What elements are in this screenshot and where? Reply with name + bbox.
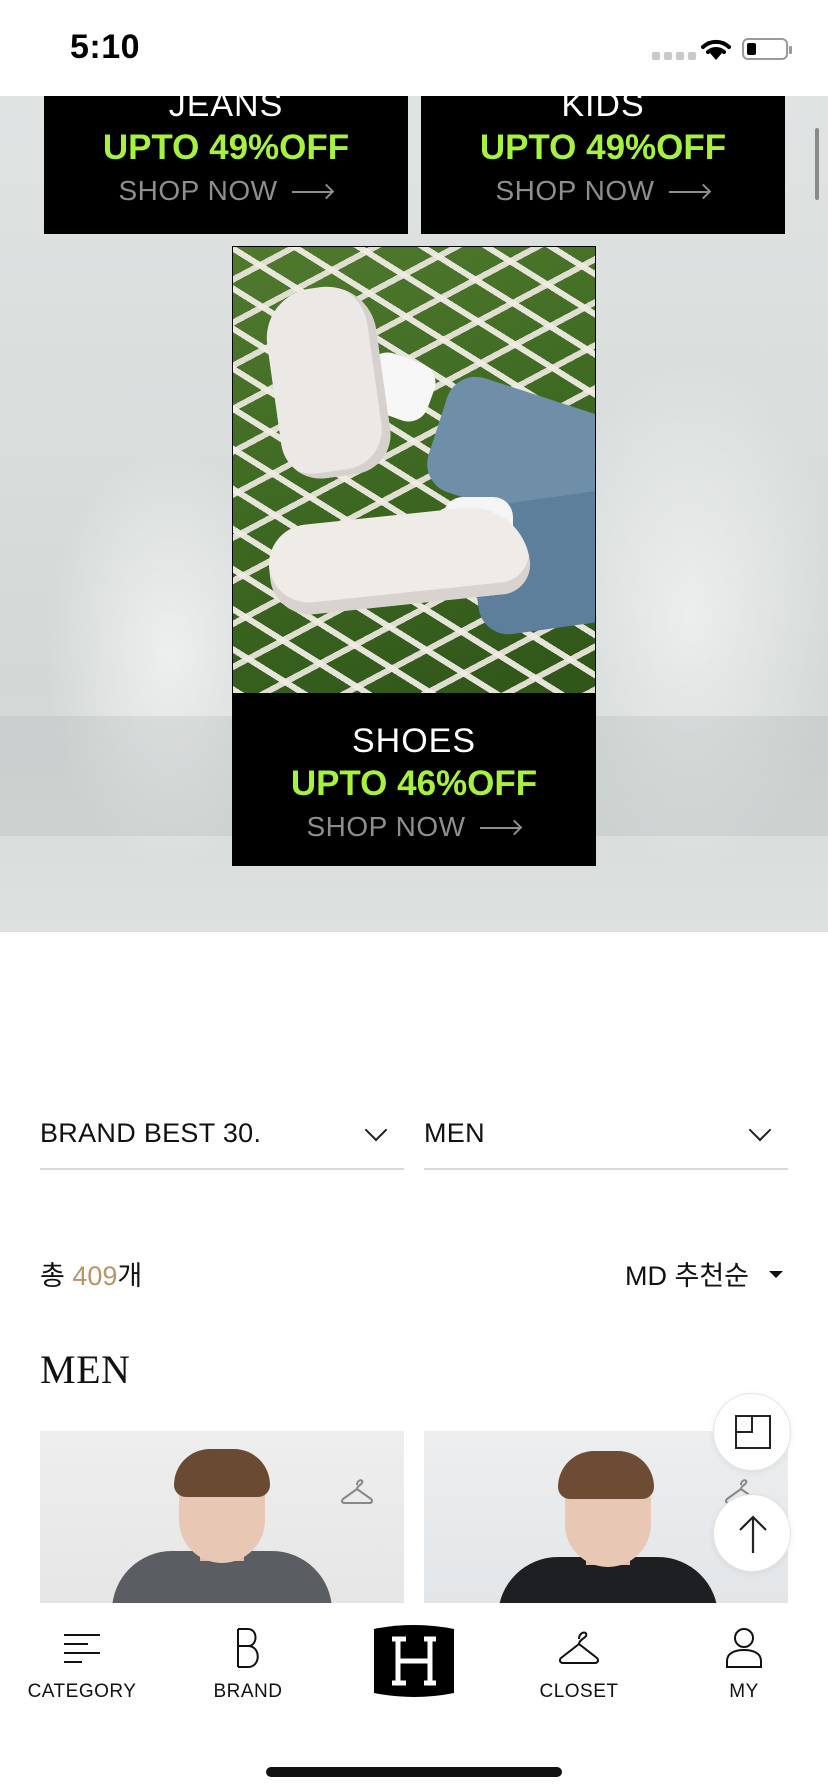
shoes-promo-photo <box>233 247 595 693</box>
tab-category-label: CATEGORY <box>27 1681 137 1702</box>
shop-now-link[interactable]: SHOP NOW <box>421 177 785 205</box>
promo-kids[interactable]: KIDS UPTO 49%OFF SHOP NOW <box>421 88 785 234</box>
arrow-up-icon <box>739 1515 767 1553</box>
tab-closet-label: CLOSET <box>539 1681 619 1702</box>
tab-my-label: MY <box>729 1681 759 1702</box>
cellular-signal-icon <box>652 52 696 60</box>
chevron-down-icon <box>748 1118 772 1142</box>
brand-best-select[interactable]: BRAND BEST 30. <box>40 1098 404 1170</box>
hanger-icon[interactable] <box>340 1475 374 1507</box>
bottom-tab-bar: CATEGORY BRAND CLOSET MY <box>0 1603 828 1792</box>
promo-deal: UPTO 46%OFF <box>290 764 538 803</box>
sort-dropdown[interactable]: MD 추천순 <box>625 1254 784 1293</box>
count-suffix: 개 <box>117 1261 143 1291</box>
section-title: MEN <box>40 1347 131 1392</box>
recent-view-button[interactable] <box>713 1393 791 1471</box>
promo-jeans[interactable]: JEANS UPTO 49%OFF SHOP NOW <box>44 88 408 234</box>
chevron-down-icon <box>364 1118 388 1142</box>
gender-select-label: MEN <box>424 1118 485 1148</box>
home-logo-button[interactable] <box>374 1625 454 1697</box>
status-time: 5:10 <box>70 28 141 66</box>
promo-deal: UPTO 49%OFF <box>479 128 727 167</box>
arrow-right-icon <box>291 184 334 198</box>
result-count: 총 409개 <box>40 1254 142 1293</box>
category-menu-icon <box>64 1634 100 1663</box>
tab-brand-label: BRAND <box>213 1681 283 1702</box>
home-indicator <box>266 1767 562 1777</box>
tab-category[interactable]: CATEGORY <box>12 1621 152 1721</box>
gender-select[interactable]: MEN <box>424 1098 788 1170</box>
promo-shoes[interactable]: SHOES UPTO 46%OFF SHOP NOW <box>232 246 596 866</box>
recent-view-icon <box>735 1415 771 1449</box>
battery-icon <box>742 38 792 60</box>
home-h-logo-icon <box>374 1625 454 1697</box>
shop-now-label: SHOP NOW <box>495 175 655 206</box>
count-value: 409 <box>72 1261 118 1291</box>
arrow-right-icon <box>668 184 711 198</box>
brand-best-select-label: BRAND BEST 30. <box>40 1118 262 1148</box>
product-card[interactable] <box>40 1431 404 1603</box>
count-prefix: 총 <box>40 1261 73 1291</box>
user-icon <box>726 1628 762 1668</box>
shop-now-link[interactable]: SHOP NOW <box>44 177 408 205</box>
hanger-icon <box>558 1631 600 1664</box>
shop-now-label: SHOP NOW <box>306 811 466 842</box>
brand-b-icon <box>237 1628 259 1668</box>
wifi-icon <box>701 39 731 60</box>
promo-title: SHOES <box>351 722 477 760</box>
caret-down-icon <box>769 1271 784 1278</box>
shop-now-link[interactable]: SHOP NOW <box>232 813 596 841</box>
arrow-right-icon <box>479 820 522 834</box>
tab-closet[interactable]: CLOSET <box>509 1621 649 1721</box>
tab-my[interactable]: MY <box>674 1621 814 1721</box>
tab-brand[interactable]: BRAND <box>178 1621 318 1721</box>
scroll-indicator <box>815 128 819 200</box>
shop-now-label: SHOP NOW <box>118 175 278 206</box>
promo-deal: UPTO 49%OFF <box>102 128 350 167</box>
sort-label: MD 추천순 <box>625 1261 750 1291</box>
status-bar: 5:10 <box>0 0 828 96</box>
scroll-top-button[interactable] <box>713 1494 791 1572</box>
